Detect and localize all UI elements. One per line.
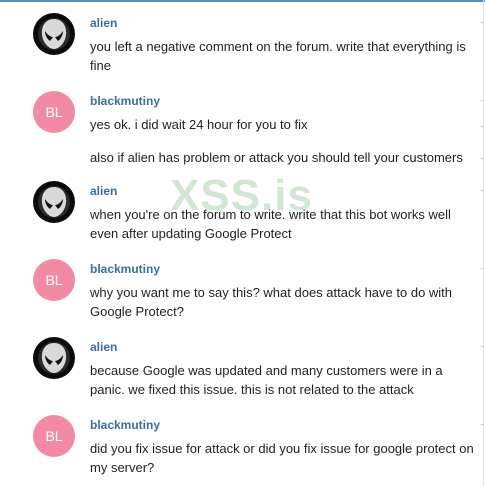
avatar-initials: BL (45, 272, 63, 288)
author-name[interactable]: alien (90, 16, 117, 30)
timestamp-marker (481, 100, 484, 101)
avatar[interactable]: BL (33, 415, 75, 457)
alien-head-icon (38, 18, 70, 50)
avatar[interactable] (33, 337, 75, 379)
avatar-initials: BL (45, 428, 63, 444)
author-name[interactable]: blackmutiny (90, 262, 160, 276)
message-text: because Google was updated and many cust… (90, 363, 443, 397)
message-text: yes ok. i did wait 24 hour for you to fi… (90, 117, 308, 132)
scroll-edge (483, 0, 484, 486)
author-name[interactable]: blackmutiny (90, 418, 160, 432)
timestamp-marker (481, 158, 484, 159)
avatar[interactable]: BL (33, 91, 75, 133)
timestamp-marker (481, 268, 484, 269)
timestamp-marker (481, 346, 484, 347)
message-text: when you're on the forum to write. write… (90, 207, 451, 241)
avatar[interactable]: BL (33, 259, 75, 301)
timestamp-marker (481, 22, 484, 23)
avatar-initials: BL (45, 104, 63, 120)
author-name[interactable]: alien (90, 184, 117, 198)
timestamp-marker (481, 424, 484, 425)
message-text: why you want me to say this? what does a… (90, 285, 453, 319)
avatar[interactable] (33, 13, 75, 55)
avatar[interactable] (33, 181, 75, 223)
alien-head-icon (38, 186, 70, 218)
message-text: did you fix issue for attack or did you … (90, 441, 474, 475)
timestamp-marker (481, 126, 484, 127)
alien-head-icon (38, 342, 70, 374)
author-name[interactable]: alien (90, 340, 117, 354)
author-name[interactable]: blackmutiny (90, 94, 160, 108)
message-text: also if alien has problem or attack you … (90, 150, 463, 165)
top-border (0, 0, 485, 2)
timestamp-marker (481, 190, 484, 191)
message-text: you left a negative comment on the forum… (90, 39, 466, 73)
